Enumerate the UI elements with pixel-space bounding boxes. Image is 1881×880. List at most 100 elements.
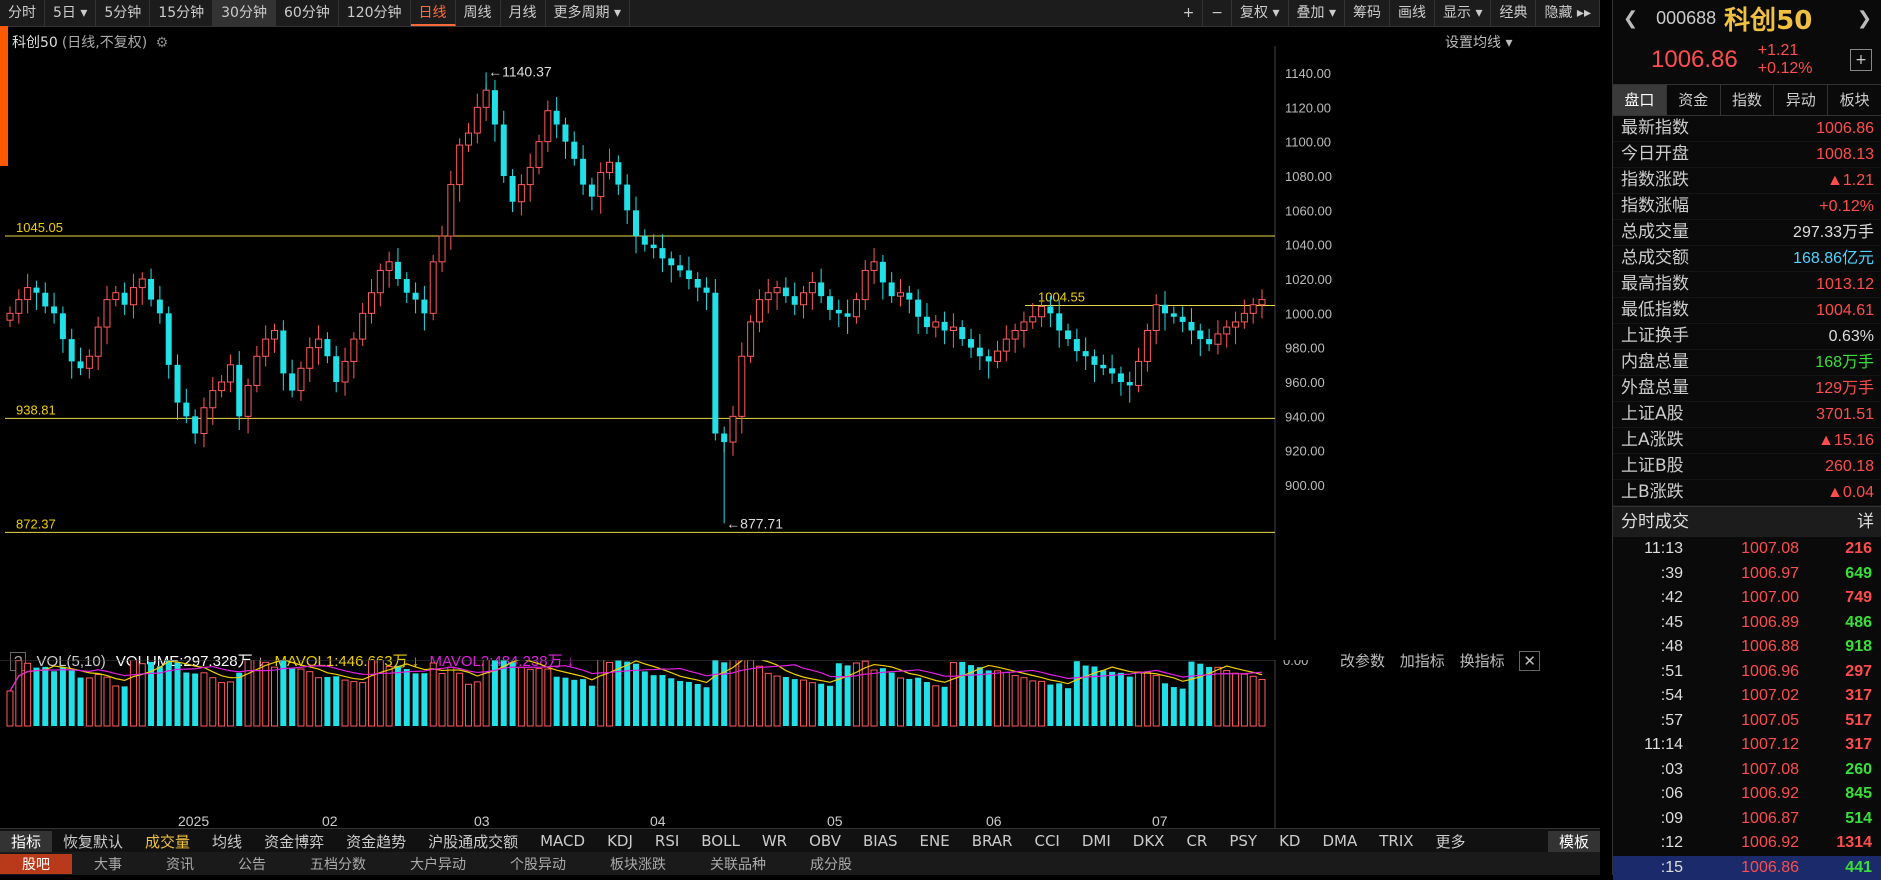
indicator-16[interactable]: CCI	[1023, 832, 1070, 850]
indicator-3[interactable]: 均线	[201, 831, 253, 852]
candle-body	[994, 351, 1000, 361]
volume-bar	[1003, 672, 1009, 726]
indicator-21[interactable]: KD	[1268, 832, 1311, 850]
indicator-4[interactable]: 资金博弈	[253, 831, 335, 852]
candle-body	[624, 185, 630, 211]
indicator-2[interactable]: 成交量	[134, 831, 201, 852]
bottom-tab-2[interactable]: 资讯	[144, 854, 216, 874]
quote-tab-2[interactable]: 指数	[1721, 85, 1775, 115]
kline-chart[interactable]: 1140.001120.001100.001080.001060.001040.…	[0, 0, 1600, 640]
volume-bar	[1233, 673, 1239, 726]
back-icon[interactable]: ❮	[1623, 8, 1638, 29]
candle-body	[42, 293, 48, 307]
indicator-19[interactable]: CR	[1175, 832, 1218, 850]
bottom-tab-3[interactable]: 公告	[216, 854, 288, 874]
volume-bar	[1241, 674, 1247, 726]
volume-bar	[730, 660, 736, 726]
quote-tab-3[interactable]: 异动	[1774, 85, 1828, 115]
candle-body	[933, 322, 939, 327]
quote-tabs: 盘口资金指数异动板块	[1613, 84, 1881, 116]
tick-price: 1006.89	[1689, 611, 1799, 636]
volume-bar	[959, 662, 965, 726]
indicator-11[interactable]: WR	[751, 832, 798, 850]
candle-body	[1206, 339, 1212, 344]
candle-body	[386, 262, 392, 271]
indicator-17[interactable]: DMI	[1071, 832, 1122, 850]
indicator-9[interactable]: RSI	[644, 832, 690, 850]
indicator-24[interactable]: 更多	[1425, 831, 1477, 852]
indicator-1[interactable]: 恢复默认	[52, 831, 134, 852]
volume-bar	[342, 680, 348, 726]
bottom-tabs: 股吧大事资讯公告五档分数大户异动个股异动板块涨跌关联品种成分股	[0, 852, 1600, 875]
volume-bar	[571, 680, 577, 726]
volume-bar	[360, 683, 366, 726]
volume-bar	[1215, 667, 1221, 726]
candle-body	[554, 111, 560, 125]
min-label: ←877.71	[726, 515, 783, 531]
volume-bar	[1162, 683, 1168, 726]
info-value: 1004.61	[1816, 298, 1874, 323]
volume-bar	[765, 673, 771, 726]
volume-bar	[16, 661, 22, 726]
bottom-tab-9[interactable]: 成分股	[788, 854, 874, 874]
bottom-tab-5[interactable]: 大户异动	[388, 854, 488, 874]
tick-time: :57	[1613, 709, 1689, 734]
candle-body	[157, 300, 163, 314]
candle-body	[78, 361, 84, 368]
volume-bar	[1171, 687, 1177, 726]
indicator-5[interactable]: 资金趋势	[335, 831, 417, 852]
tick-volume: 216	[1799, 537, 1881, 562]
indicator-14[interactable]: ENE	[909, 832, 961, 850]
volume-bar	[78, 678, 84, 726]
candle-body	[889, 282, 895, 296]
indicator-7[interactable]: MACD	[529, 832, 596, 850]
tick-price: 1006.97	[1689, 562, 1799, 587]
bottom-tab-6[interactable]: 个股异动	[488, 854, 588, 874]
max-label: ←1140.37	[488, 63, 552, 79]
quote-tab-1[interactable]: 资金	[1667, 85, 1721, 115]
volume-bar	[915, 678, 921, 726]
candle-body	[801, 293, 807, 305]
volume-bar	[712, 660, 718, 726]
bottom-tab-8[interactable]: 关联品种	[688, 854, 788, 874]
bottom-tab-1[interactable]: 大事	[72, 854, 144, 874]
volume-bar	[1144, 672, 1150, 726]
bottom-tab-0[interactable]: 股吧	[0, 854, 72, 874]
candle-body	[254, 356, 260, 385]
indicator-10[interactable]: BOLL	[690, 832, 751, 850]
bottom-tab-7[interactable]: 板块涨跌	[588, 854, 688, 874]
indicator-15[interactable]: BRAR	[961, 832, 1024, 850]
info-value: +0.12%	[1819, 194, 1874, 219]
candle-body	[1144, 331, 1150, 362]
indicator-23[interactable]: TRIX	[1368, 832, 1424, 850]
volume-bar	[598, 660, 604, 726]
indicator-18[interactable]: DKX	[1122, 832, 1176, 850]
volume-chart[interactable]: 1493.00984.00498.000.00 2025020304050607	[0, 660, 1600, 830]
quote-tab-4[interactable]: 板块	[1828, 85, 1881, 115]
tick-volume: 517	[1799, 709, 1881, 734]
tick-volume: 1314	[1799, 831, 1881, 856]
candle-body	[1241, 313, 1247, 322]
next-icon[interactable]: ❯	[1857, 8, 1872, 29]
info-label: 上证A股	[1621, 402, 1684, 427]
candle-body	[501, 125, 507, 177]
indicator-6[interactable]: 沪股通成交额	[417, 831, 529, 852]
quote-tab-0[interactable]: 盘口	[1613, 85, 1667, 115]
indicator-0[interactable]: 指标	[0, 831, 52, 852]
ticks-more-button[interactable]: 详	[1857, 507, 1874, 537]
tick-time: 11:14	[1613, 733, 1689, 758]
bottom-tab-4[interactable]: 五档分数	[288, 854, 388, 874]
indicator-8[interactable]: KDJ	[596, 832, 644, 850]
ticks-title: 分时成交	[1621, 507, 1689, 537]
tick-volume: 649	[1799, 562, 1881, 587]
volume-bar	[704, 687, 710, 726]
indicator-25[interactable]: 模板	[1548, 831, 1600, 852]
indicator-22[interactable]: DMA	[1311, 832, 1368, 850]
add-watchlist-icon[interactable]: +	[1850, 49, 1872, 71]
info-value: 1006.86	[1816, 116, 1874, 141]
candle-body	[342, 361, 348, 382]
indicator-13[interactable]: BIAS	[852, 832, 909, 850]
candle-body	[60, 313, 66, 339]
indicator-12[interactable]: OBV	[798, 832, 852, 850]
indicator-20[interactable]: PSY	[1218, 832, 1268, 850]
